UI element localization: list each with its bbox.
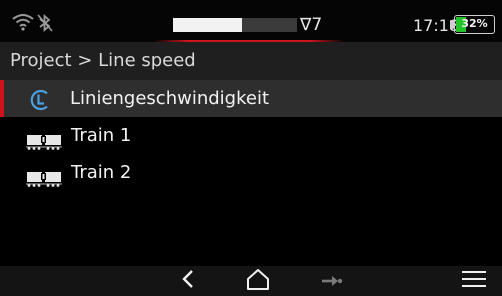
list-item-label: Train 2 (71, 162, 132, 183)
home-button[interactable] (240, 266, 276, 296)
breadcrumb: Project > Line speed (0, 42, 502, 80)
chevron-left-icon (182, 269, 194, 293)
signal-strength-bar (173, 18, 297, 32)
wifi-icon (12, 13, 34, 35)
breadcrumb-root[interactable]: Project (10, 50, 72, 71)
train-icon (26, 164, 62, 201)
list-item-train-2[interactable]: Train 2 (0, 154, 502, 191)
signal-strength-fill (173, 18, 243, 32)
forward-button[interactable] (314, 266, 350, 296)
list-item-label: Liniengeschwindigkeit (70, 88, 270, 109)
battery-label: 32% (461, 17, 488, 30)
list-item-label: Train 1 (71, 125, 132, 146)
list-item-train-1[interactable]: Train 1 (0, 117, 502, 154)
menu-icon (462, 270, 486, 292)
item-list: Liniengeschwindigkeit Train 1 Train 2 (0, 80, 502, 191)
back-button[interactable] (170, 266, 206, 296)
signal-value: ∇7 (300, 15, 323, 35)
battery-indicator: 32% (454, 15, 495, 34)
status-bar: ∇7 17:18 32% (0, 0, 502, 42)
menu-button[interactable] (456, 266, 492, 296)
home-icon (246, 268, 270, 294)
bluetooth-off-icon (37, 13, 53, 37)
navigation-bar (0, 266, 502, 296)
breadcrumb-separator: > (71, 50, 99, 71)
list-item-line-speed[interactable]: Liniengeschwindigkeit (0, 80, 502, 117)
forward-arrow-icon (321, 272, 343, 291)
breadcrumb-current: Line speed (98, 50, 196, 71)
